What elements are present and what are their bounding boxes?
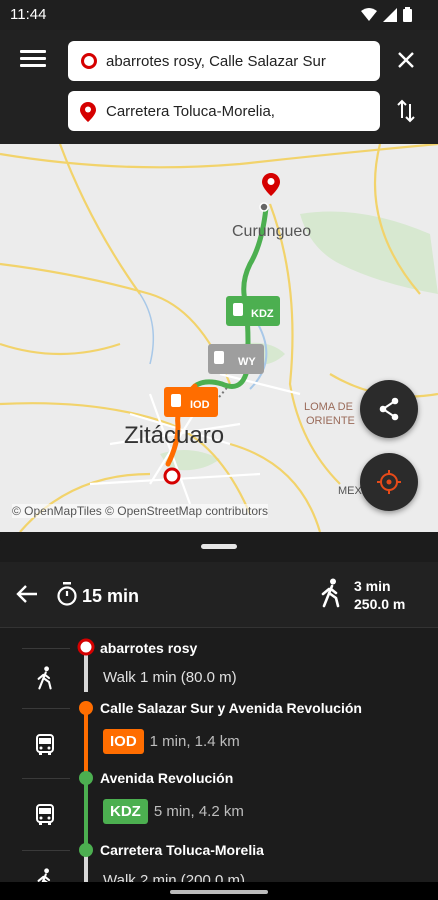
origin-field[interactable]: abarrotes rosy, Calle Salazar Sur xyxy=(68,41,380,81)
back-arrow-icon[interactable] xyxy=(16,584,38,604)
destination-marker[interactable] xyxy=(262,173,280,196)
stop-name[interactable]: Avenida Revolución xyxy=(100,770,233,786)
origin-marker[interactable] xyxy=(163,467,181,485)
map-label-zitacuaro: Zitácuaro xyxy=(124,422,224,449)
signal-icon xyxy=(383,7,397,22)
locate-button[interactable] xyxy=(360,453,418,511)
origin-text: abarrotes rosy, Calle Salazar Sur xyxy=(106,52,326,70)
destination-field[interactable]: Carretera Toluca-Morelia, xyxy=(68,91,380,131)
walk-icon xyxy=(37,666,52,690)
stop-name[interactable]: Calle Salazar Sur y Avenida Revolución xyxy=(100,700,362,716)
swap-icon[interactable] xyxy=(396,98,416,124)
map-label-district: LOMA DE xyxy=(304,401,353,413)
route-badge-kdz-label: KDZ xyxy=(251,308,274,320)
ride-detail: 1 min, 1.4 km xyxy=(149,733,240,750)
locate-icon xyxy=(377,470,401,494)
walk-segment: Walk 1 min (80.0 m) xyxy=(103,669,237,686)
route-badge-iod-label: IOD xyxy=(190,399,210,411)
route-badge-gray[interactable]: WY xyxy=(208,344,264,374)
ride-segment[interactable]: KDZ 5 min, 4.2 km xyxy=(103,799,244,824)
menu-icon[interactable] xyxy=(20,50,46,70)
system-nav-bar xyxy=(0,882,438,900)
line-badge-iod: IOD xyxy=(103,729,144,754)
stop-name[interactable]: abarrotes rosy xyxy=(100,640,197,656)
route-badge-gray-label: WY xyxy=(238,356,256,368)
ride-segment[interactable]: IOD 1 min, 1.4 km xyxy=(103,729,240,754)
line-badge-kdz: KDZ xyxy=(103,799,148,824)
wifi-icon xyxy=(361,7,377,21)
route-search-panel: abarrotes rosy, Calle Salazar Sur Carret… xyxy=(0,30,438,144)
route-badge-iod[interactable]: IOD xyxy=(164,387,218,417)
trip-duration: 15 min xyxy=(82,586,140,606)
map-label-curungueo: Curungueo xyxy=(232,223,311,240)
origin-circle-icon xyxy=(81,53,97,69)
trip-summary: 15 min 3 min 250.0 m xyxy=(0,562,438,628)
share-icon xyxy=(379,397,399,421)
bus-icon xyxy=(36,734,54,755)
route-badge-kdz[interactable]: KDZ xyxy=(226,296,280,326)
map-label-district2: ORIENTE xyxy=(306,415,355,427)
map-label-highway: MEX xyxy=(338,485,363,497)
walk-time: 3 min xyxy=(354,578,391,594)
map-view[interactable]: Curungueo Zitácuaro LOMA DE ORIENTE MEX … xyxy=(0,144,438,532)
status-time: 11:44 xyxy=(10,6,47,23)
stop-name[interactable]: Carretera Toluca-Morelia xyxy=(100,842,264,858)
divider xyxy=(22,850,70,851)
close-icon[interactable] xyxy=(396,50,416,70)
divider xyxy=(22,708,70,709)
destination-text: Carretera Toluca-Morelia, xyxy=(106,102,275,120)
walk-distance: 250.0 m xyxy=(354,596,406,612)
share-button[interactable] xyxy=(360,380,418,438)
divider xyxy=(22,648,70,649)
sheet-drag-handle[interactable] xyxy=(201,544,237,549)
ride-detail: 5 min, 4.2 km xyxy=(153,803,244,820)
home-gesture-pill[interactable] xyxy=(170,890,268,894)
destination-pin-icon xyxy=(80,102,96,122)
divider xyxy=(22,778,70,779)
map-attribution[interactable]: © OpenMapTiles © OpenStreetMap contribut… xyxy=(12,504,269,518)
status-bar: 11:44 xyxy=(0,0,438,30)
itinerary-sheet: 15 min 3 min 250.0 m abarrotes rosy Walk… xyxy=(0,532,438,900)
walk-icon xyxy=(321,578,340,608)
battery-icon xyxy=(403,7,412,22)
timer-icon xyxy=(57,582,77,606)
bus-icon xyxy=(36,804,54,825)
itinerary-list: abarrotes rosy Walk 1 min (80.0 m) Calle… xyxy=(0,628,438,900)
